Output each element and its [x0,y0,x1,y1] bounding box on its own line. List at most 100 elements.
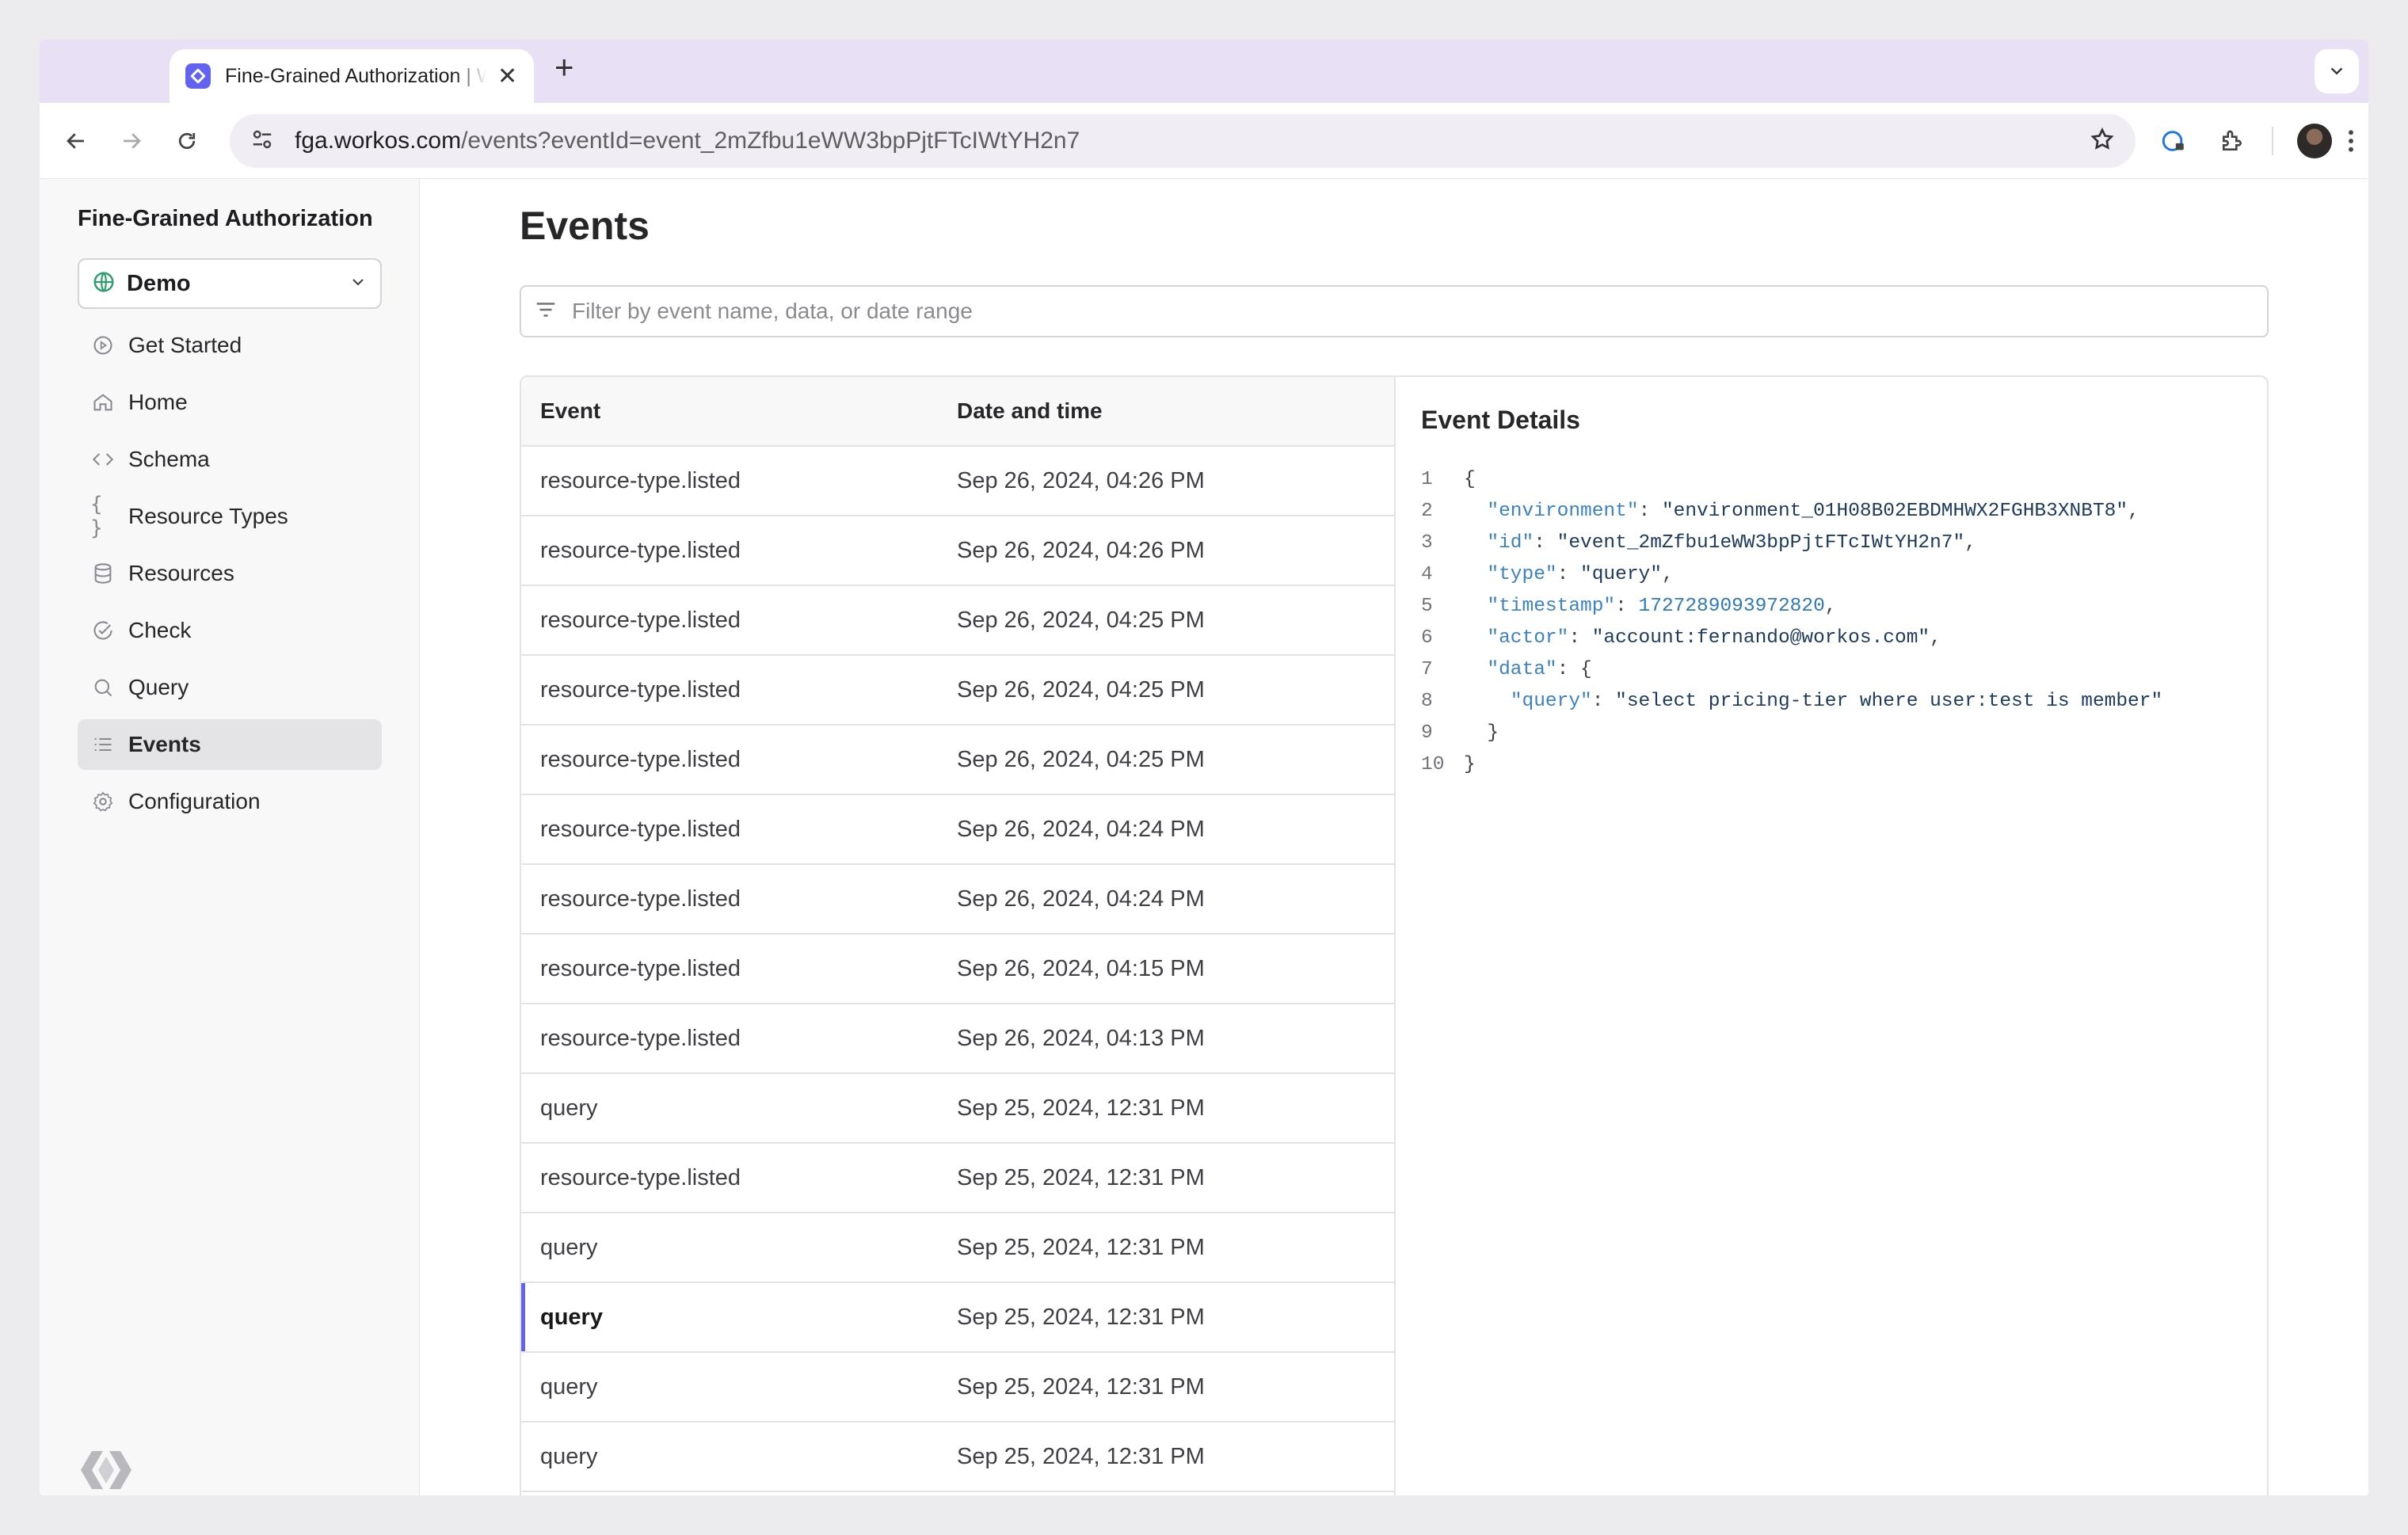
sidebar-item-resources[interactable]: Resources [78,548,382,599]
sidebar: Fine-Grained Authorization Demo Get Star… [40,179,420,1495]
column-header-event: Event [540,398,601,423]
sidebar-item-configuration[interactable]: Configuration [78,776,382,827]
table-row[interactable]: resource-type.listed Sep 26, 2024, 04:25 … [521,586,1394,656]
sidebar-item-query[interactable]: Query [78,662,382,713]
password-manager-icon[interactable] [2151,119,2196,163]
code-line: 9 } [1421,718,2162,749]
event-name: resource-type.listed [540,816,741,842]
environment-label: Demo [127,270,191,296]
back-arrow-icon[interactable] [57,122,95,160]
sidebar-item-events[interactable]: Events [78,719,382,770]
sidebar-item-check[interactable]: Check [78,605,382,656]
tab-search-chevron-icon[interactable] [2315,49,2359,93]
browser-tab[interactable]: Fine-Grained Authorization | WorkOS ✕ [170,49,534,103]
sidebar-item-label: Schema [128,447,210,471]
table-row[interactable]: resource-type.listed Sep 26, 2024, 04:25 … [521,656,1394,726]
code-token: "actor" [1487,627,1569,649]
code-line: 6 "actor": "account:fernando@workos.com"… [1421,623,2162,654]
table-row-selected[interactable]: query Sep 25, 2024, 12:31 PM [521,1283,1394,1353]
database-icon [90,561,116,586]
sidebar-item-get-started[interactable]: Get Started [78,320,382,371]
code-token: } [1464,754,1476,775]
table-row[interactable]: query Sep 25, 2024, 12:31 PM [521,1074,1394,1144]
new-tab-icon[interactable]: + [554,51,574,84]
code-text: "timestamp": 1727289093972820, [1464,591,1836,623]
forward-arrow-icon[interactable] [112,122,150,160]
code-text: "id": "event_2mZfbu1eWW3bpPjtFTcIWtYH2n7… [1464,528,1976,559]
events-panel: Event Date and time resource-type.listed… [520,375,2269,1495]
table-row[interactable]: resource-type.listed Sep 26, 2024, 04:13 … [521,1004,1394,1074]
code-token: "account:fernando@workos.com" [1591,627,1930,649]
code-token: : [1615,596,1639,617]
table-row[interactable]: resource-type.listed Sep 26, 2024, 04:24 … [521,865,1394,935]
table-row[interactable]: resource-type.listed Sep 25, 2024, 12:31 … [521,1144,1394,1213]
table-header: Event Date and time [521,377,1394,447]
table-row[interactable]: resource-type.listed Sep 26, 2024, 04:15 … [521,935,1394,1004]
table-row[interactable]: resource-type.listed Sep 26, 2024, 04:25 … [521,726,1394,795]
table-row[interactable]: query Sep 25, 2024, 12:31 PM [521,1423,1394,1492]
url-text: fga.workos.com/events?eventId=event_2mZf… [295,128,1080,154]
environment-select[interactable]: Demo [78,258,382,309]
table-row[interactable]: query Sep 25, 2024, 12:31 PM [521,1353,1394,1423]
table-row[interactable]: resource-type.listed Sep 26, 2024, 04:26 … [521,447,1394,516]
main-content: Events Event Date and time resource-type… [420,179,2368,1495]
filter-bar[interactable] [520,285,2269,337]
code-token: "select pricing-tier where user:test is … [1615,691,2163,712]
event-details-title: Event Details [1421,406,1580,434]
code-line: 7 "data": { [1421,654,2162,686]
event-datetime: Sep 25, 2024, 12:31 PM [957,1234,1205,1260]
code-line: 4 "type": "query", [1421,559,2162,591]
filter-input[interactable] [572,299,2235,324]
page-title: Events [520,204,650,248]
reload-icon[interactable] [168,122,206,160]
site-settings-icon[interactable] [250,128,274,155]
event-json-code[interactable]: 1 {2 "environment": "environment_01H08B02… [1421,464,2162,781]
event-name: resource-type.listed [540,886,741,912]
events-table: Event Date and time resource-type.listed… [521,377,1396,1495]
event-datetime: Sep 25, 2024, 12:31 PM [957,1164,1205,1190]
bookmark-star-icon[interactable] [2090,127,2115,156]
sidebar-item-label: Resources [128,561,234,585]
globe-icon [92,270,116,298]
extensions-puzzle-icon[interactable] [2210,119,2254,163]
event-name: resource-type.listed [540,746,741,772]
sidebar-nav: Get Started Home Schema { } Resource Typ… [78,320,382,833]
event-datetime: Sep 26, 2024, 04:15 PM [957,955,1205,981]
check-circle-icon [90,618,116,643]
code-token: { [1464,469,1476,490]
workos-logo-icon[interactable] [78,1445,135,1495]
url-host: fga.workos.com [295,128,462,154]
event-name: resource-type.listed [540,1164,741,1190]
url-path: /events?eventId=event_2mZfbu1eWW3bpPjtFT… [461,128,1080,154]
close-tab-icon[interactable]: ✕ [497,63,517,90]
braces-icon: { } [90,493,103,540]
sidebar-item-schema[interactable]: Schema [78,434,382,485]
code-token: "data" [1487,659,1557,680]
table-row[interactable]: resource-type.listed Sep 26, 2024, 04:24 … [521,795,1394,865]
sidebar-item-label: Configuration [128,789,261,813]
event-datetime: Sep 25, 2024, 12:31 PM [957,1373,1205,1400]
tab-title: Fine-Grained Authorization | WorkOS [225,64,486,87]
profile-avatar[interactable] [2292,119,2337,163]
code-line: 10} [1421,749,2162,781]
line-number: 1 [1421,469,1433,490]
sidebar-item-home[interactable]: Home [78,377,382,428]
table-row[interactable]: resource-type.listed Sep 26, 2024, 04:26 … [521,516,1394,586]
table-row[interactable]: query Sep 25, 2024, 12:31 PM [521,1213,1394,1283]
event-name: query [540,1373,598,1400]
code-line: 2 "environment": "environment_01H08B02EB… [1421,496,2162,528]
event-name: resource-type.listed [540,955,741,981]
sidebar-item-label: Resource Types [128,504,288,528]
event-datetime: Sep 25, 2024, 12:31 PM [957,1095,1205,1121]
code-token: , [1930,627,1941,649]
address-bar[interactable]: fga.workos.com/events?eventId=event_2mZf… [230,114,2136,168]
code-token: "timestamp" [1487,596,1616,617]
browser-menu-icon[interactable] [2335,119,2367,163]
line-number: 4 [1421,564,1433,585]
sidebar-item-resource-types[interactable]: { } Resource Types [78,491,382,542]
code-text: { [1464,464,1476,496]
event-datetime: Sep 26, 2024, 04:26 PM [957,467,1205,493]
